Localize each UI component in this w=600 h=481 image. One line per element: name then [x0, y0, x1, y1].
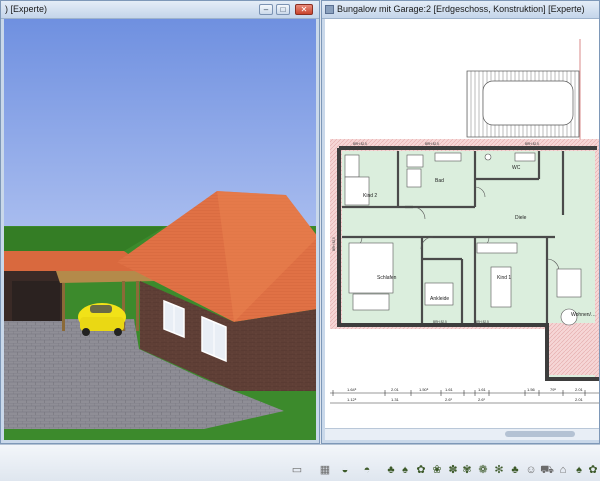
bench-icon[interactable]: ⌂ [556, 463, 570, 477]
terrain-icon[interactable]: ◒ [338, 463, 352, 477]
dimension-text: 1.64⁵ [347, 387, 357, 392]
dimension-text: 1.61 [478, 387, 487, 392]
room-label-wohnen: Wohnen/… [571, 312, 596, 318]
tree-icon[interactable]: ♠ [398, 463, 412, 477]
room-label-ankleide: Ankleide [430, 296, 449, 302]
dimension-text: 1.56 [527, 387, 536, 392]
room-label-kind2: Kind 2 [363, 193, 377, 199]
system-menu-icon[interactable] [325, 5, 334, 14]
flower-icon[interactable]: ✽ [446, 463, 460, 477]
dimension-text: 2.01 [391, 387, 400, 392]
right-window-title: Bungalow mit Garage:2 [Erdgeschoss, Kons… [337, 4, 585, 14]
pool [482, 80, 574, 126]
room-label-schlafen: Schlafen [377, 275, 397, 281]
dimension-text: 2.01 [575, 387, 584, 392]
carport-post [62, 283, 65, 331]
room-label-diele: Diele [515, 215, 527, 221]
tree-icon[interactable]: ♣ [508, 463, 522, 477]
parapet-label: BRH 82,5 [353, 142, 367, 146]
flower-icon[interactable]: ✿ [586, 463, 600, 477]
terrain-icon[interactable]: ◓ [360, 463, 374, 477]
car-icon[interactable]: ⛟ [540, 463, 554, 477]
bush-icon[interactable]: ❀ [430, 463, 444, 477]
dimension-text: 1.50⁵ [419, 387, 429, 392]
left-window-titlebar[interactable]: ) [Experte) – □ ✕ [1, 1, 319, 19]
parapet-label: BRH 82,5 [425, 142, 439, 146]
dimension-text: 1.31 [391, 397, 400, 402]
grid-icon[interactable]: ▦ [318, 463, 332, 477]
3d-scene[interactable] [4, 19, 316, 440]
3d-viewport[interactable] [4, 19, 316, 440]
garage-interior [12, 281, 60, 321]
right-window-titlebar[interactable]: Bungalow mit Garage:2 [Erdgeschoss, Kons… [322, 1, 599, 19]
person-icon[interactable]: ☺ [524, 463, 538, 477]
bottom-toolbar: ▭ ▦ ◒ ◓ ♣ ♠ ✿ ❀ ✽ ✾ ❁ ✻ ♣ ☺ ⛟ ⌂ ♠ ✿ [0, 444, 600, 481]
tree-icon[interactable]: ♠ [572, 463, 586, 477]
parapet-label: BRH 82,5 [433, 320, 447, 324]
flower-icon[interactable]: ✾ [460, 463, 474, 477]
dimension-text: 2.01 [575, 397, 584, 402]
right-window-plan[interactable]: Bungalow mit Garage:2 [Erdgeschoss, Kons… [321, 0, 600, 444]
bush-icon[interactable]: ✻ [492, 463, 506, 477]
folder-icon[interactable]: ▭ [290, 463, 304, 477]
parapet-label: BRH 82,5 [525, 142, 539, 146]
minimize-button[interactable]: – [259, 4, 273, 15]
maximize-button[interactable]: □ [276, 4, 290, 15]
tree-icon[interactable]: ♣ [384, 463, 398, 477]
dimension-text: 2.6¹ [445, 397, 453, 402]
room-label-kind1: Kind 1 [497, 275, 511, 281]
dimension-text: 1.12⁵ [347, 397, 357, 402]
close-button[interactable]: ✕ [295, 4, 313, 15]
dimension-text: 2.6¹ [478, 397, 486, 402]
house-wall-right [234, 309, 316, 391]
outer-hatch-right [547, 329, 599, 381]
scrollbar-thumb[interactable] [505, 431, 575, 437]
plant-icon[interactable]: ✿ [414, 463, 428, 477]
room-label-wc: WC [512, 165, 521, 171]
floor-plan[interactable]: Bad WC Kind 2 Diele Schlafen Ankleide Ki… [325, 19, 599, 431]
horizontal-scrollbar[interactable] [325, 428, 599, 440]
plan-viewport[interactable]: Bad WC Kind 2 Diele Schlafen Ankleide Ki… [325, 19, 599, 440]
room-label-bad: Bad [435, 178, 444, 184]
dimension-text: 79⁵ [550, 387, 556, 392]
left-window-3d[interactable]: ) [Experte) – □ ✕ [0, 0, 320, 444]
plant-icon[interactable]: ❁ [476, 463, 490, 477]
left-window-title: ) [Experte) [5, 4, 48, 14]
carport-post [136, 281, 139, 331]
parapet-label-vertical: BRH 82,5 [332, 237, 336, 251]
dimension-text: 1.61 [445, 387, 454, 392]
parapet-label: BRH 82,5 [475, 320, 489, 324]
